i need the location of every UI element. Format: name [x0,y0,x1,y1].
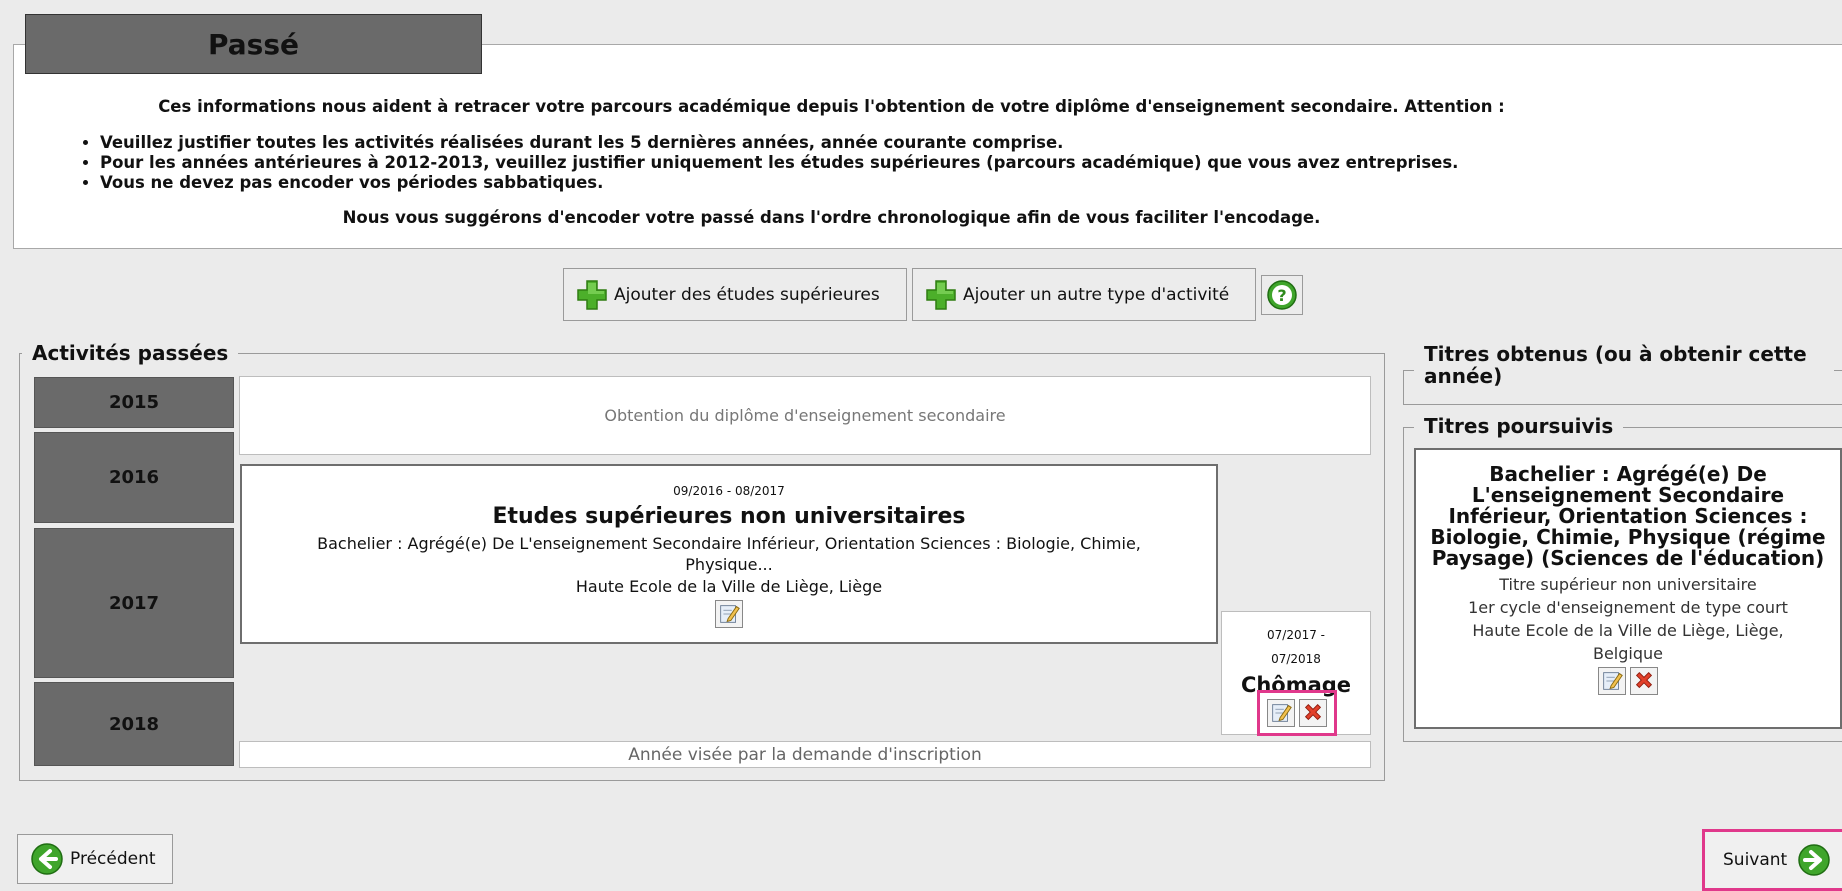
intro-text: Ces informations nous aident à retracer … [158,97,1505,116]
activity-date-start: 07/2017 - [1267,628,1325,642]
add-other-activity-button[interactable]: Ajouter un autre type d'activité [912,268,1256,321]
info-panel: Ces informations nous aident à retracer … [13,44,1842,249]
pursued-title-card: Bachelier : Agrégé(e) De L'enseignement … [1414,448,1842,729]
activity-dates: 09/2016 - 08/2017 [673,484,785,498]
activities-legend: Activités passées [22,341,239,365]
year-2018: 2018 [34,682,234,766]
help-icon: ? [1267,280,1297,310]
edit-icon[interactable] [1267,699,1295,727]
arrow-right-icon [1798,844,1830,876]
add-higher-studies-button[interactable]: Ajouter des études supérieures [563,268,907,321]
add-other-activity-label: Ajouter un autre type d'activité [963,284,1230,305]
title-school: Haute Ecole de la Ville de Liège, Liège, [1472,621,1784,640]
chomage-actions [1257,690,1337,736]
help-button[interactable]: ? [1261,275,1303,315]
rule-item: Pour les années antérieures à 2012-2013,… [100,153,1458,173]
arrow-left-icon [31,843,63,875]
activity-type: Etudes supérieures non universitaires [492,504,966,529]
edit-icon[interactable] [1598,667,1626,695]
next-button[interactable]: Suivant [1702,829,1842,891]
year-2015: 2015 [34,377,234,428]
target-year-card: Année visée par la demande d'inscription [239,741,1371,768]
title-actions [1416,667,1840,695]
secondary-diploma-card: Obtention du diplôme d'enseignement seco… [239,376,1371,455]
suggestion-text: Nous vous suggérons d'encoder votre pass… [342,208,1321,227]
year-2017: 2017 [34,528,234,678]
title-country: Belgique [1592,644,1663,663]
titles-pursued-legend: Titres poursuivis [1414,414,1624,438]
title-name: Bachelier : Agrégé(e) De L'enseignement … [1430,462,1826,570]
title-cycle: 1er cycle d'enseignement de type court [1468,598,1788,617]
rules-list: Veuillez justifier toutes les activités … [84,133,1458,193]
activity-description: Bachelier : Agrégé(e) De L'enseignement … [317,534,1141,574]
previous-button[interactable]: Précédent [17,834,173,884]
activity-date-end: 07/2018 [1271,652,1321,666]
previous-label: Précédent [70,849,156,869]
activity-dates: 07/2017 - 07/2018 [1222,623,1370,671]
delete-icon[interactable] [1299,699,1327,727]
rule-item: Vous ne devez pas encoder vos périodes s… [100,173,1458,193]
plus-icon [926,279,956,310]
activity-school: Haute Ecole de la Ville de Liège, Liège [575,577,883,596]
titles-obtained-legend: Titres obtenus (ou à obtenir cette année… [1414,343,1834,387]
svg-text:?: ? [1277,286,1286,305]
section-title: Passé [25,14,482,74]
edit-icon[interactable] [715,600,743,628]
plus-icon [577,279,607,310]
chomage-activity-card: 07/2017 - 07/2018 Chômage [1221,611,1371,736]
studies-activity-card: 09/2016 - 08/2017 Etudes supérieures non… [240,464,1218,644]
add-higher-studies-label: Ajouter des études supérieures [614,284,880,305]
next-label: Suivant [1723,850,1788,870]
rule-item: Veuillez justifier toutes les activités … [100,133,1458,153]
delete-icon[interactable] [1630,667,1658,695]
title-level: Titre supérieur non universitaire [1499,575,1757,594]
year-2016: 2016 [34,432,234,523]
